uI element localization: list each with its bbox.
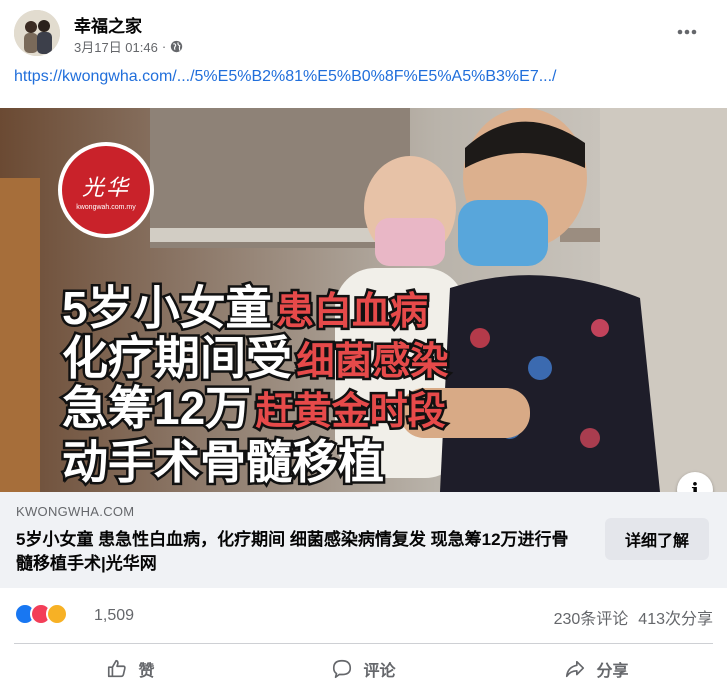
like-button[interactable]: 赞 xyxy=(14,648,247,690)
author-avatar[interactable] xyxy=(14,10,60,56)
sad-reaction-icon xyxy=(46,603,68,625)
post-actions: 赞 评论 分享 xyxy=(14,648,713,690)
shares-count[interactable]: 413次分享 xyxy=(638,605,713,629)
comment-button[interactable]: 评论 xyxy=(247,648,480,690)
reaction-icons[interactable] xyxy=(14,603,68,625)
post-meta: 3月17日 01:46 · xyxy=(74,37,183,56)
post-stats: 1,509 230条评论 413次分享 xyxy=(14,600,713,630)
kwongwah-logo: 光华 kwongwah.com.my xyxy=(58,142,154,238)
thumbs-up-icon xyxy=(108,659,127,678)
share-button[interactable]: 分享 xyxy=(480,648,713,690)
comment-icon xyxy=(333,659,352,679)
link-domain: KWONGWHA.COM xyxy=(16,504,135,519)
post-header: 幸福之家 3月17日 01:46 · xyxy=(14,10,727,56)
reactions-count[interactable]: 1,509 xyxy=(94,607,134,625)
actions-divider xyxy=(14,643,713,644)
more-horizontal-icon[interactable] xyxy=(673,18,701,46)
comments-count[interactable]: 230条评论 xyxy=(554,605,629,629)
learn-more-button[interactable]: 详细了解 xyxy=(605,518,709,560)
link-title[interactable]: 5岁小女童 患急性白血病，化疗期间 细菌感染病情复发 现急筹12万进行骨髓移植手… xyxy=(16,528,576,576)
post-link[interactable]: https://kwongwha.com/.../5%E5%B2%81%E5%B… xyxy=(14,68,557,86)
meta-separator: · xyxy=(161,39,167,54)
link-card-info[interactable]: KWONGWHA.COM 5岁小女童 患急性白血病，化疗期间 细菌感染病情复发 … xyxy=(0,492,727,588)
post-timestamp[interactable]: 3月17日 01:46 xyxy=(74,37,158,56)
share-icon xyxy=(566,660,585,678)
author-name[interactable]: 幸福之家 xyxy=(74,12,142,37)
headline-line-4: 动手术骨髓移植 xyxy=(60,434,387,491)
globe-icon xyxy=(171,40,183,53)
link-preview-image[interactable]: 光华 kwongwah.com.my 5岁小女童 患白血病 化疗期间受 细菌感染… xyxy=(0,108,727,492)
